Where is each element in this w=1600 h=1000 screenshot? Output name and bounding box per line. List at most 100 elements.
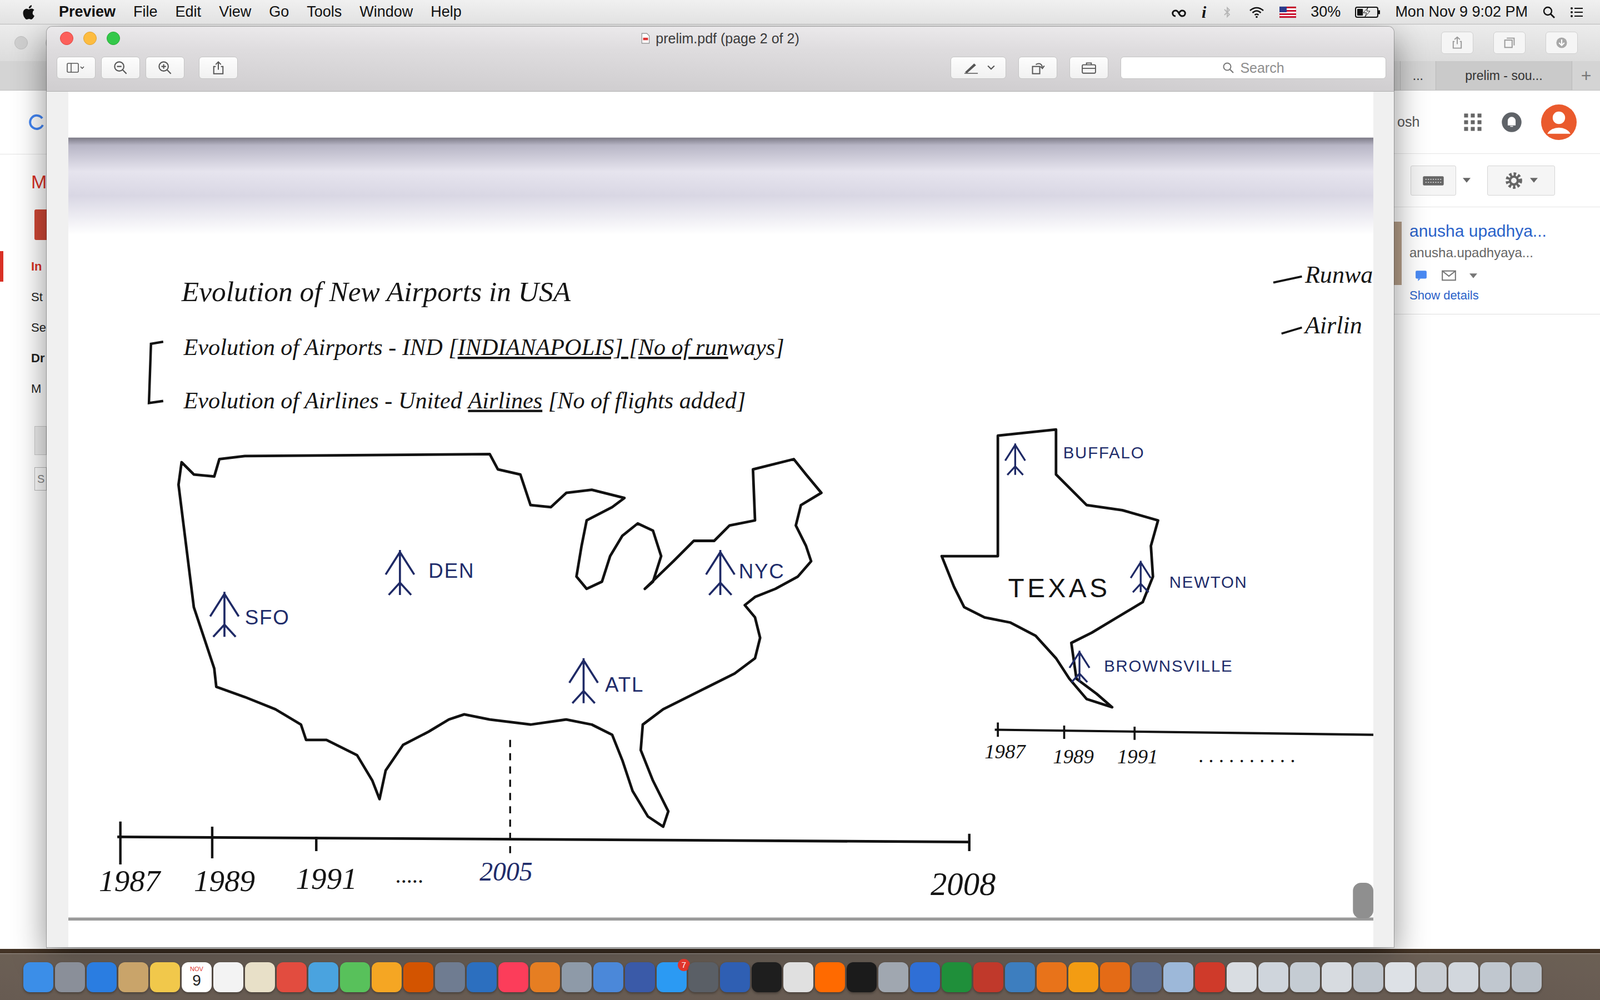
menu-item[interactable]: Tools [306,3,342,21]
share-button[interactable] [1441,31,1474,54]
app-menu[interactable]: Preview [58,3,116,21]
sidebar-toggle-button[interactable] [56,56,96,79]
dock-app-icon[interactable] [1258,962,1289,993]
menu-item[interactable]: View [218,3,252,21]
dock-app-icon[interactable] [688,962,719,993]
dock-app-icon[interactable] [625,962,655,993]
menu-item[interactable]: Window [359,3,413,21]
dock-app-icon[interactable] [1036,962,1067,993]
dock-app-icon[interactable] [815,962,845,993]
share-button[interactable] [198,56,238,79]
gmail-brand[interactable]: M [0,154,47,204]
dock-app-icon[interactable] [1163,962,1194,993]
dock-app-icon[interactable] [720,962,750,993]
dock-app-icon[interactable] [878,962,909,993]
menu-item[interactable]: File [133,3,158,21]
dock-app-icon[interactable] [245,962,275,993]
info-status[interactable]: i [1201,2,1207,22]
mail-folder[interactable]: Dr [0,342,47,374]
account-name[interactable]: osh [1397,113,1445,130]
apple-icon[interactable] [22,3,37,21]
dock-app-icon[interactable] [1226,962,1257,993]
dock-app-icon[interactable] [276,962,307,993]
dock-app-icon[interactable] [308,962,339,993]
dock-app-icon[interactable] [55,962,85,993]
dock-app-icon[interactable] [783,962,814,993]
downloads-button[interactable] [1545,31,1578,54]
dock-app-icon[interactable] [1385,962,1415,993]
dock-app-icon[interactable] [86,962,117,993]
toolbox-button[interactable] [1069,56,1109,79]
dock-app-icon[interactable] [530,962,560,993]
zoom-in-button[interactable] [145,56,185,79]
dock-app-icon[interactable] [751,962,782,993]
mail-folder[interactable]: M [0,373,47,404]
minimize-button[interactable] [83,31,97,45]
zoom-out-button[interactable] [101,56,140,79]
dock-app-icon[interactable] [340,962,370,993]
dock-app-icon[interactable] [403,962,434,993]
close-button[interactable] [14,36,28,50]
dock-app-icon[interactable] [910,962,940,993]
browser-tab[interactable]: prelim - sou... [1435,61,1572,90]
dock-app-icon[interactable] [23,962,54,993]
tabs-button[interactable] [1493,31,1526,54]
dock-app-icon[interactable] [1131,962,1162,993]
apps-grid-icon[interactable] [1463,112,1483,132]
browser-tab[interactable]: ... [1400,61,1436,90]
dock-app-icon[interactable] [118,962,149,993]
menu-item[interactable]: Go [268,3,289,21]
markup-button[interactable] [950,56,1007,79]
mail-envelope-icon[interactable] [1441,269,1457,282]
dock-app-icon[interactable] [1005,962,1035,993]
dock-app-icon[interactable] [1195,962,1225,993]
people-search-field[interactable]: S [34,467,47,491]
dock-app-icon[interactable] [1100,962,1130,993]
dock-app-icon[interactable] [973,962,1004,993]
dropdown-caret-icon[interactable] [1462,177,1471,183]
bluetooth-icon[interactable] [1220,5,1234,19]
compose-button[interactable] [34,209,47,240]
settings-button[interactable] [1487,165,1555,196]
dock-app-icon[interactable] [150,962,180,993]
dock-app-icon[interactable]: 7 [656,962,687,993]
account-avatar-icon[interactable] [1541,104,1577,140]
new-tab-button[interactable]: + [1571,61,1600,90]
creative-cloud-icon[interactable] [1170,5,1188,19]
dock-app-icon[interactable] [593,962,624,993]
notifications-bell-icon[interactable] [1501,111,1523,133]
dock-app-icon[interactable] [1480,962,1510,993]
menu-item[interactable]: Help [430,3,462,21]
hangouts-box[interactable] [34,426,47,455]
zoom-button[interactable] [106,31,120,45]
battery-percentage[interactable]: 30% [1310,3,1341,21]
mail-folder[interactable]: Se [0,312,47,343]
dock-app-icon[interactable] [213,962,244,993]
dock-app-icon[interactable] [1353,962,1384,993]
dock-app-icon[interactable] [561,962,592,993]
clock[interactable]: Mon Nov 9 9:02 PM [1395,3,1528,21]
battery-icon[interactable] [1355,6,1381,19]
dock-app-icon[interactable] [1068,962,1099,993]
dock-app-icon[interactable] [466,962,497,993]
dock-app-icon[interactable] [1448,962,1479,993]
input-tools-button[interactable] [1410,165,1457,196]
dropdown-caret-icon[interactable] [1469,273,1478,279]
dock-app-icon[interactable] [435,962,465,993]
dock-app-icon[interactable] [1290,962,1320,993]
dock-app-icon[interactable]: NOV9 [181,962,212,993]
show-details-link[interactable]: Show details [1409,288,1547,303]
rotate-button[interactable] [1018,56,1058,79]
contact-name[interactable]: anusha upadhya... [1409,221,1547,241]
menu-item[interactable]: Edit [175,3,202,21]
wifi-icon[interactable] [1248,5,1265,19]
dock-app-icon[interactable] [1511,962,1542,993]
us-flag-icon[interactable] [1279,5,1297,19]
mail-folder[interactable]: In [0,251,47,282]
mail-folder[interactable]: St [0,281,47,313]
dock-app-icon[interactable] [371,962,402,993]
spotlight-search-icon[interactable] [1542,5,1556,19]
close-button[interactable] [60,31,74,45]
dock-app-icon[interactable] [498,962,529,993]
chat-icon[interactable] [1413,269,1429,282]
